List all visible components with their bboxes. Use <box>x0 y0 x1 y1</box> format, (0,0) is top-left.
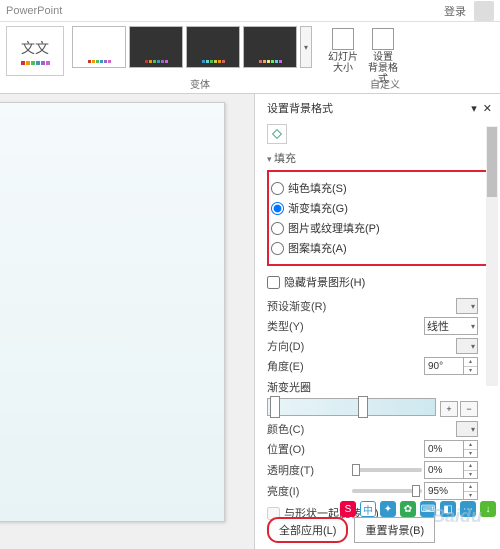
angle-spinner[interactable]: ▴▾ <box>424 357 478 375</box>
ribbon: 文文 ▾ 变体 幻灯片 大小 设置 背景格式 自定义 <box>0 22 500 94</box>
slide-size-button[interactable]: 幻灯片 大小 <box>324 26 362 76</box>
apply-all-button[interactable]: 全部应用(L) <box>267 517 348 543</box>
variant-2[interactable] <box>129 26 183 68</box>
panel-title: 设置背景格式 <box>267 100 333 116</box>
panel-pin-icon[interactable]: ▾ <box>471 102 477 115</box>
theme-current[interactable]: 文文 <box>6 26 64 76</box>
variant-more[interactable]: ▾ <box>300 26 312 68</box>
direction-picker[interactable]: ▾ <box>456 338 478 354</box>
panel-scrollbar[interactable] <box>486 126 498 386</box>
fill-tab-icon[interactable] <box>267 124 287 144</box>
radio-picture[interactable] <box>271 222 284 235</box>
app-name: PowerPoint <box>6 5 62 17</box>
variant-1[interactable] <box>72 26 126 68</box>
color-picker[interactable]: ▾ <box>456 421 478 437</box>
add-stop-button[interactable]: + <box>440 401 458 417</box>
format-bg-icon <box>372 28 394 50</box>
gradient-stop-2[interactable] <box>358 396 368 418</box>
reset-background-button[interactable]: 重置背景(B) <box>354 517 435 543</box>
transparency-slider[interactable] <box>352 468 422 472</box>
fill-type-group: 纯色填充(S) 渐变填充(G) 图片或纹理填充(P) 图案填充(A) <box>267 170 492 266</box>
brightness-slider[interactable] <box>352 489 422 493</box>
panel-close-icon[interactable]: ✕ <box>483 102 492 115</box>
slide-preview[interactable] <box>0 102 225 522</box>
position-spinner[interactable]: ▴▾ <box>424 440 478 458</box>
login-link[interactable]: 登录 <box>444 3 466 19</box>
radio-pattern[interactable] <box>271 242 284 255</box>
workspace: 设置背景格式 ▾ ✕ 填充 纯色填充(S) 渐变填充(G) 图片或纹理填充(P)… <box>0 94 500 549</box>
type-combo[interactable]: 线性▾ <box>424 317 478 335</box>
slide-canvas-area <box>0 94 255 549</box>
radio-gradient[interactable] <box>271 202 284 215</box>
preset-gradient-picker[interactable]: ▾ <box>456 298 478 314</box>
format-background-panel: 设置背景格式 ▾ ✕ 填充 纯色填充(S) 渐变填充(G) 图片或纹理填充(P)… <box>255 94 500 549</box>
group-custom-label: 自定义 <box>370 76 400 91</box>
transparency-spinner[interactable]: ▴▾ <box>424 461 478 479</box>
radio-solid[interactable] <box>271 182 284 195</box>
slide-size-icon <box>332 28 354 50</box>
title-bar: PowerPoint 登录 <box>0 0 500 22</box>
gradient-stops-bar[interactable] <box>267 398 436 416</box>
group-variants-label: 变体 <box>190 76 210 91</box>
gradient-stop-1[interactable] <box>270 396 280 418</box>
fill-section-header[interactable]: 填充 <box>267 150 492 166</box>
variant-4[interactable] <box>243 26 297 68</box>
checkbox-hide-bg[interactable] <box>267 276 280 289</box>
remove-stop-button[interactable]: − <box>460 401 478 417</box>
variant-3[interactable] <box>186 26 240 68</box>
brightness-spinner[interactable]: ▴▾ <box>424 482 478 500</box>
avatar-icon[interactable] <box>474 1 494 21</box>
